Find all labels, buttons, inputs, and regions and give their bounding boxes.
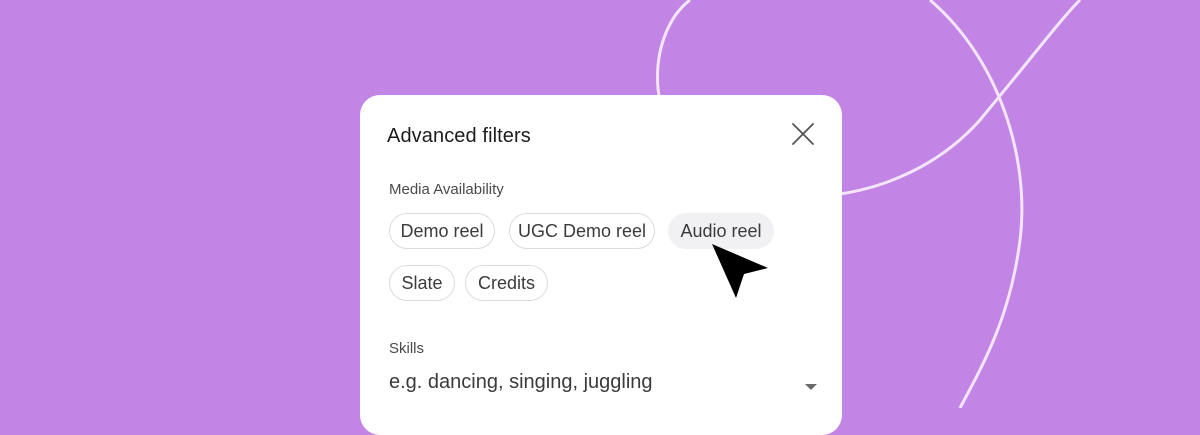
close-icon[interactable] xyxy=(788,119,818,149)
skills-select[interactable]: e.g. dancing, singing, juggling xyxy=(389,367,819,401)
chip-ugc-demo-reel[interactable]: UGC Demo reel xyxy=(509,213,655,249)
chip-slate[interactable]: Slate xyxy=(389,265,455,301)
skills-label: Skills xyxy=(389,340,425,357)
media-availability-label: Media Availability xyxy=(389,181,504,198)
modal-title: Advanced filters xyxy=(387,125,531,147)
chip-credits[interactable]: Credits xyxy=(465,265,548,301)
cursor-arrow-icon xyxy=(712,244,768,298)
chevron-down-icon[interactable] xyxy=(805,384,817,390)
chip-demo-reel[interactable]: Demo reel xyxy=(389,213,495,249)
skills-placeholder: e.g. dancing, singing, juggling xyxy=(389,371,653,393)
background-curve-sweep xyxy=(929,0,1024,408)
